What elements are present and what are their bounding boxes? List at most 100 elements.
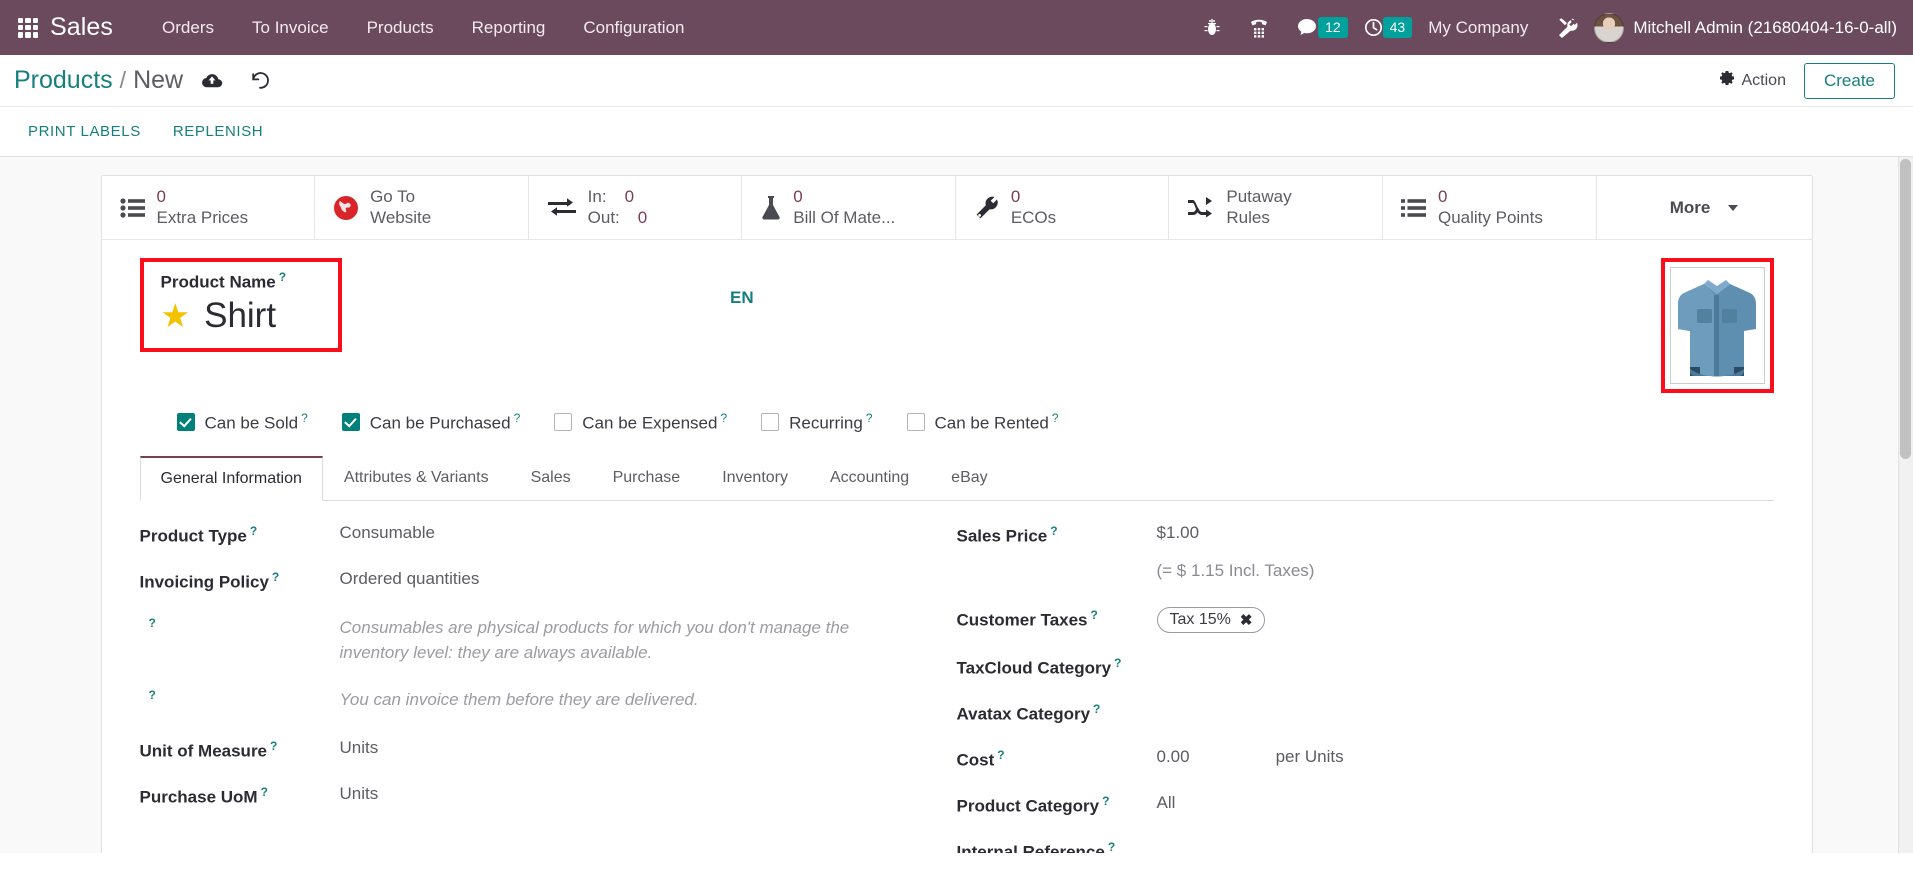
checkbox-can-be-purchased[interactable]: Can be Purchased? bbox=[341, 411, 521, 434]
dialpad-icon[interactable] bbox=[1235, 0, 1283, 55]
field-sales-price: Sales Price? $1.00 bbox=[957, 523, 1744, 547]
tab-purchase[interactable]: Purchase bbox=[592, 456, 702, 501]
checkbox-input[interactable] bbox=[176, 413, 195, 432]
tab-sales[interactable]: Sales bbox=[510, 456, 592, 501]
help-icon[interactable]: ? bbox=[1108, 840, 1115, 853]
field-taxcloud-category: TaxCloud Category? bbox=[957, 655, 1744, 679]
print-labels-button[interactable]: Print Labels bbox=[28, 123, 141, 140]
apps-grid-icon[interactable] bbox=[18, 17, 38, 38]
taxcloud-value[interactable] bbox=[1157, 655, 1162, 675]
help-icon[interactable]: ? bbox=[272, 570, 279, 584]
field-cost: Cost? 0.00 per Units bbox=[957, 747, 1744, 771]
menu-to-invoice[interactable]: To Invoice bbox=[233, 0, 348, 55]
action-menu[interactable]: Action bbox=[1719, 70, 1786, 91]
sales-price-value[interactable]: $1.00 bbox=[1157, 523, 1200, 543]
notebook-tabs: General Information Attributes & Variant… bbox=[139, 455, 1774, 501]
help-icon[interactable]: ? bbox=[1102, 794, 1109, 808]
messages-button[interactable] bbox=[1283, 0, 1322, 55]
invoicing-policy-label: Invoicing Policy bbox=[139, 572, 269, 592]
tab-ebay[interactable]: eBay bbox=[930, 456, 1008, 501]
avatar[interactable] bbox=[1594, 12, 1625, 43]
star-filled-icon[interactable]: ★ bbox=[161, 299, 191, 332]
checkbox-input[interactable] bbox=[761, 413, 780, 432]
help-icon[interactable]: ? bbox=[514, 411, 521, 425]
in-label: In: bbox=[587, 186, 607, 206]
checkbox-can-be-expensed[interactable]: Can be Expensed? bbox=[554, 411, 727, 434]
replenish-button[interactable]: Replenish bbox=[173, 123, 263, 140]
tab-inventory[interactable]: Inventory bbox=[701, 456, 809, 501]
help-icon[interactable]: ? bbox=[720, 411, 727, 425]
product-image[interactable] bbox=[1669, 267, 1765, 384]
checkbox-input[interactable] bbox=[554, 413, 573, 432]
purchase-uom-value[interactable]: Units bbox=[340, 784, 379, 804]
stat-putaway-rules[interactable]: Putaway Rules bbox=[1169, 176, 1383, 239]
product-category-value[interactable]: All bbox=[1157, 793, 1176, 813]
shuffle-icon bbox=[1187, 196, 1215, 220]
product-name-input[interactable]: Shirt bbox=[204, 296, 276, 336]
user-menu[interactable]: Mitchell Admin (21680404-16-0-all) bbox=[1633, 18, 1897, 38]
stat-button-row: 0 Extra Prices Go To Website In: 0 Out: … bbox=[101, 176, 1812, 240]
menu-products[interactable]: Products bbox=[348, 0, 453, 55]
product-type-value[interactable]: Consumable bbox=[340, 523, 435, 543]
activities-button[interactable] bbox=[1348, 0, 1387, 55]
stat-ecos[interactable]: 0 ECOs bbox=[956, 176, 1170, 239]
help-icon[interactable]: ? bbox=[1091, 608, 1098, 622]
invoicing-policy-value[interactable]: Ordered quantities bbox=[340, 569, 480, 589]
help-icon[interactable]: ? bbox=[997, 748, 1004, 762]
cloud-upload-icon[interactable] bbox=[201, 72, 223, 90]
help-icon[interactable]: ? bbox=[270, 739, 277, 753]
tab-attributes-variants[interactable]: Attributes & Variants bbox=[323, 456, 510, 501]
help-icon[interactable]: ? bbox=[279, 270, 286, 284]
tab-general-information[interactable]: General Information bbox=[139, 455, 323, 501]
checkbox-input[interactable] bbox=[906, 413, 925, 432]
exchange-icon bbox=[547, 197, 577, 219]
stat-in-out[interactable]: In: 0 Out: 0 bbox=[529, 176, 743, 239]
app-brand-sales[interactable]: Sales bbox=[50, 13, 113, 42]
avatax-value[interactable] bbox=[1157, 701, 1162, 721]
help-icon[interactable]: ? bbox=[1114, 656, 1121, 670]
cost-value[interactable]: 0.00 bbox=[1157, 747, 1190, 767]
invoice-note-text: You can invoice them before they are del… bbox=[339, 689, 699, 709]
stat-extra-prices[interactable]: 0 Extra Prices bbox=[102, 176, 316, 239]
more-label: More bbox=[1669, 197, 1711, 217]
tools-icon[interactable] bbox=[1544, 0, 1594, 55]
help-icon[interactable]: ? bbox=[301, 411, 308, 425]
bug-icon[interactable] bbox=[1189, 0, 1235, 55]
customer-taxes-label: Customer Taxes bbox=[956, 610, 1088, 630]
uom-value[interactable]: Units bbox=[340, 738, 379, 758]
activities-badge: 43 bbox=[1382, 17, 1413, 38]
help-icon[interactable]: ? bbox=[250, 524, 257, 538]
scrollbar-thumb[interactable] bbox=[1900, 159, 1911, 459]
checkbox-input[interactable] bbox=[341, 413, 360, 432]
field-customer-taxes: Customer Taxes? Tax 15% ✖ bbox=[956, 606, 1744, 633]
language-selector[interactable]: EN bbox=[730, 288, 754, 308]
checkbox-can-be-rented[interactable]: Can be Rented? bbox=[906, 411, 1059, 434]
stat-go-to-website[interactable]: Go To Website bbox=[315, 176, 529, 239]
customer-taxes-tag[interactable]: Tax 15% ✖ bbox=[1156, 606, 1266, 633]
undo-icon[interactable] bbox=[250, 71, 271, 90]
help-icon[interactable]: ? bbox=[1052, 411, 1059, 425]
help-icon[interactable]: ? bbox=[1050, 524, 1057, 538]
create-button[interactable]: Create bbox=[1803, 62, 1895, 99]
extra-prices-count: 0 bbox=[156, 186, 166, 206]
stat-quality-points[interactable]: 0 Quality Points bbox=[1383, 176, 1597, 239]
help-icon[interactable]: ? bbox=[149, 688, 156, 702]
wrench-icon bbox=[974, 195, 1000, 221]
close-icon[interactable]: ✖ bbox=[1240, 611, 1253, 629]
help-icon[interactable]: ? bbox=[866, 411, 873, 425]
menu-configuration[interactable]: Configuration bbox=[564, 0, 703, 55]
more-stat-buttons-dropdown[interactable]: More bbox=[1597, 176, 1812, 239]
tab-accounting[interactable]: Accounting bbox=[809, 456, 930, 501]
checkbox-recurring[interactable]: Recurring? bbox=[761, 411, 873, 434]
help-icon[interactable]: ? bbox=[149, 616, 156, 630]
help-icon[interactable]: ? bbox=[261, 785, 268, 799]
stat-bill-of-materials[interactable]: 0 Bill Of Mate... bbox=[742, 176, 956, 239]
internal-reference-value[interactable] bbox=[1157, 839, 1162, 853]
checkbox-can-be-sold[interactable]: Can be Sold? bbox=[176, 411, 308, 434]
vertical-scrollbar[interactable] bbox=[1898, 157, 1913, 853]
help-icon[interactable]: ? bbox=[1093, 702, 1100, 716]
menu-orders[interactable]: Orders bbox=[143, 0, 233, 55]
breadcrumb-products[interactable]: Products bbox=[14, 66, 113, 95]
menu-reporting[interactable]: Reporting bbox=[453, 0, 565, 55]
company-switcher[interactable]: My Company bbox=[1412, 18, 1544, 38]
